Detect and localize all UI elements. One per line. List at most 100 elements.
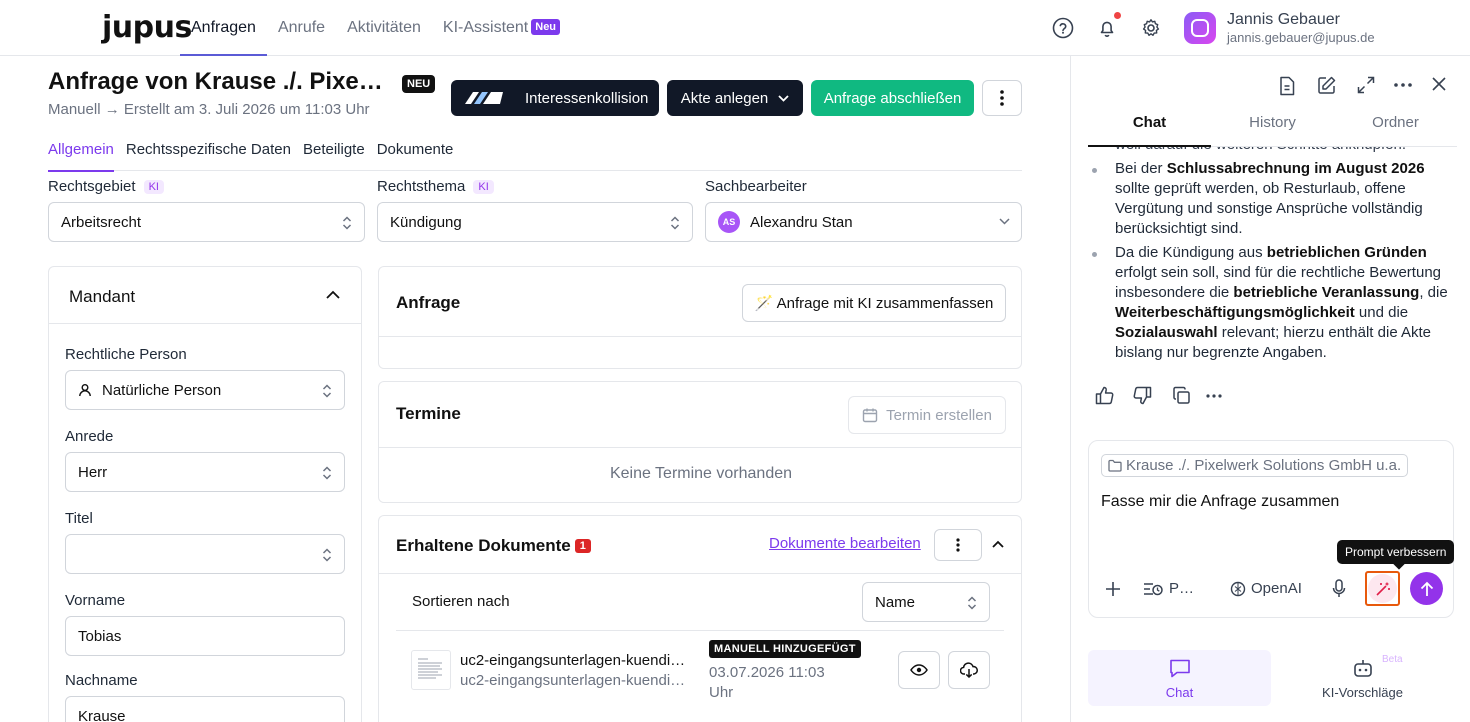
conflict-check-button[interactable]: Interessenkollision bbox=[451, 80, 659, 116]
jupus-logo[interactable]: jupus bbox=[102, 10, 192, 45]
sort-select[interactable]: Name bbox=[862, 582, 990, 622]
tab-beteiligte[interactable]: Beteiligte bbox=[303, 140, 365, 171]
label-text: Rechtsthema bbox=[377, 178, 466, 195]
anfrage-card: Anfrage 🪄 Anfrage mit KI zusammenfassen bbox=[378, 266, 1022, 369]
improve-prompt-button[interactable] bbox=[1365, 571, 1400, 606]
bold-text: Weiterbeschäftigungsmöglichkeit bbox=[1115, 304, 1355, 321]
user-email: jannis.gebauer@jupus.de bbox=[1227, 30, 1375, 45]
magic-wand-icon bbox=[1368, 574, 1397, 603]
prompt-input[interactable]: Fasse mir die Anfrage zusammen bbox=[1101, 493, 1339, 511]
tab-history[interactable]: History bbox=[1211, 110, 1334, 146]
documents-card: Erhaltene Dokumente 1 Dokumente bearbeite… bbox=[378, 515, 1022, 722]
model-select[interactable]: OpenAI bbox=[1230, 580, 1302, 597]
robot-icon bbox=[1352, 658, 1374, 678]
openai-icon bbox=[1230, 581, 1246, 597]
bell-icon[interactable] bbox=[1096, 17, 1118, 39]
rechtsthema-select[interactable]: Kündigung bbox=[377, 202, 693, 242]
titel-select[interactable] bbox=[65, 534, 345, 574]
chevron-down-icon bbox=[778, 94, 789, 102]
anrede-select[interactable]: Herr bbox=[65, 452, 345, 492]
nav-anfragen[interactable]: Anfragen bbox=[180, 0, 267, 56]
text: und die bbox=[1354, 304, 1409, 321]
tab-rechtsspezifische-daten[interactable]: Rechtsspezifische Daten bbox=[126, 140, 291, 171]
sachbearbeiter-label: Sachbearbeiter bbox=[705, 178, 807, 195]
prompts-label: P… bbox=[1169, 580, 1195, 597]
conflict-logo-icon bbox=[465, 91, 503, 105]
select-value: Arbeitsrecht bbox=[61, 213, 142, 231]
gear-icon[interactable] bbox=[1140, 17, 1162, 39]
rechtliche-person-select[interactable]: Natürliche Person bbox=[65, 370, 345, 410]
new-status-badge: NEU bbox=[402, 75, 436, 93]
more-horizontal-icon[interactable] bbox=[1206, 394, 1222, 398]
beta-badge: Beta bbox=[1382, 654, 1403, 665]
ai-summarize-button[interactable]: 🪄 Anfrage mit KI zusammenfassen bbox=[742, 284, 1006, 322]
detail-tabs: Allgemein Rechtsspezifische Daten Beteil… bbox=[48, 140, 1022, 172]
bottom-nav-ki-vorschlaege[interactable]: Beta KI-Vorschläge bbox=[1271, 650, 1454, 706]
anfrage-title: Anfrage bbox=[396, 293, 461, 312]
rechtsgebiet-label: Rechtsgebiet KI bbox=[48, 178, 164, 195]
more-options-button[interactable] bbox=[982, 80, 1022, 116]
chat-bullet-1: Bei der Schlussabrechnung im August 2026… bbox=[1115, 159, 1459, 239]
text: sollte geprüft werden, ob Resturlaub, of… bbox=[1115, 180, 1423, 237]
create-appointment-button[interactable]: Termin erstellen bbox=[848, 396, 1006, 434]
prompts-button[interactable]: P… bbox=[1143, 580, 1194, 597]
context-chip[interactable]: Krause ./. Pixelwerk Solutions GmbH u.a. bbox=[1101, 454, 1409, 477]
tab-ordner[interactable]: Ordner bbox=[1334, 110, 1457, 146]
plus-icon[interactable] bbox=[1105, 581, 1121, 597]
page-title: Anfrage von Krause ./. Pixe… bbox=[48, 68, 383, 95]
rechtsgebiet-select[interactable]: Arbeitsrecht bbox=[48, 202, 365, 242]
divider bbox=[379, 336, 1021, 337]
nav-anrufe[interactable]: Anrufe bbox=[267, 0, 336, 56]
edit-icon[interactable] bbox=[1317, 75, 1337, 95]
ki-badge: KI bbox=[143, 180, 164, 194]
chat-messages: weil darauf die weiteren Schritte anknüp… bbox=[1071, 147, 1470, 422]
thumbs-down-icon[interactable] bbox=[1133, 386, 1152, 405]
copy-icon[interactable] bbox=[1172, 386, 1191, 405]
create-file-button[interactable]: Akte anlegen bbox=[667, 80, 803, 116]
select-value: Kündigung bbox=[390, 213, 462, 231]
close-request-button[interactable]: Anfrage abschließen bbox=[811, 80, 974, 116]
tab-chat[interactable]: Chat bbox=[1088, 110, 1211, 147]
select-value: Natürliche Person bbox=[102, 381, 222, 399]
kebab-menu-icon bbox=[956, 538, 960, 552]
help-icon[interactable] bbox=[1052, 17, 1074, 39]
vorname-input[interactable]: Tobias bbox=[65, 616, 345, 656]
nav-aktivitaeten[interactable]: Aktivitäten bbox=[336, 0, 432, 56]
nachname-label: Nachname bbox=[65, 672, 138, 689]
chevron-up-icon[interactable] bbox=[326, 290, 340, 299]
more-horizontal-icon[interactable] bbox=[1394, 83, 1412, 87]
nachname-input[interactable]: Krause bbox=[65, 696, 345, 722]
mandant-title: Mandant bbox=[69, 287, 136, 306]
nav-ki-assistent[interactable]: KI-Assistent Neu bbox=[432, 0, 571, 56]
input-value: Tobias bbox=[78, 627, 122, 645]
bottom-nav-label: Chat bbox=[1165, 685, 1194, 700]
chevron-up-icon[interactable] bbox=[992, 540, 1004, 548]
document-icon[interactable] bbox=[1278, 76, 1296, 96]
tab-allgemein[interactable]: Allgemein bbox=[48, 140, 114, 172]
sachbearbeiter-select[interactable]: AS Alexandru Stan bbox=[705, 202, 1022, 242]
chat-panel-tabs: Chat History Ordner bbox=[1088, 110, 1457, 147]
microphone-icon[interactable] bbox=[1332, 579, 1346, 598]
person-icon bbox=[78, 383, 92, 397]
user-avatar[interactable] bbox=[1184, 12, 1216, 44]
anrede-label: Anrede bbox=[65, 428, 114, 445]
expand-icon[interactable] bbox=[1357, 76, 1375, 94]
edit-documents-link[interactable]: Dokumente bearbeiten bbox=[769, 535, 921, 552]
preview-document-button[interactable] bbox=[898, 651, 940, 689]
bottom-nav-chat[interactable]: Chat bbox=[1088, 650, 1271, 706]
send-button[interactable] bbox=[1410, 572, 1443, 605]
download-document-button[interactable] bbox=[948, 651, 990, 689]
ki-badge: KI bbox=[473, 180, 494, 194]
tab-dokumente[interactable]: Dokumente bbox=[377, 140, 454, 171]
divider bbox=[49, 323, 361, 324]
titel-label: Titel bbox=[65, 510, 93, 527]
thumbs-up-icon[interactable] bbox=[1095, 386, 1114, 405]
documents-more-button[interactable] bbox=[934, 529, 982, 561]
text: , die bbox=[1419, 284, 1448, 301]
user-name[interactable]: Jannis Gebauer bbox=[1227, 11, 1340, 29]
bullet-dot bbox=[1092, 168, 1097, 173]
document-name[interactable]: uc2-eingangsunterlagen-kuendi… bbox=[460, 652, 685, 669]
updown-chevron-icon bbox=[967, 596, 977, 610]
text: Da die Kündigung aus bbox=[1115, 244, 1267, 261]
close-icon[interactable] bbox=[1432, 77, 1446, 91]
